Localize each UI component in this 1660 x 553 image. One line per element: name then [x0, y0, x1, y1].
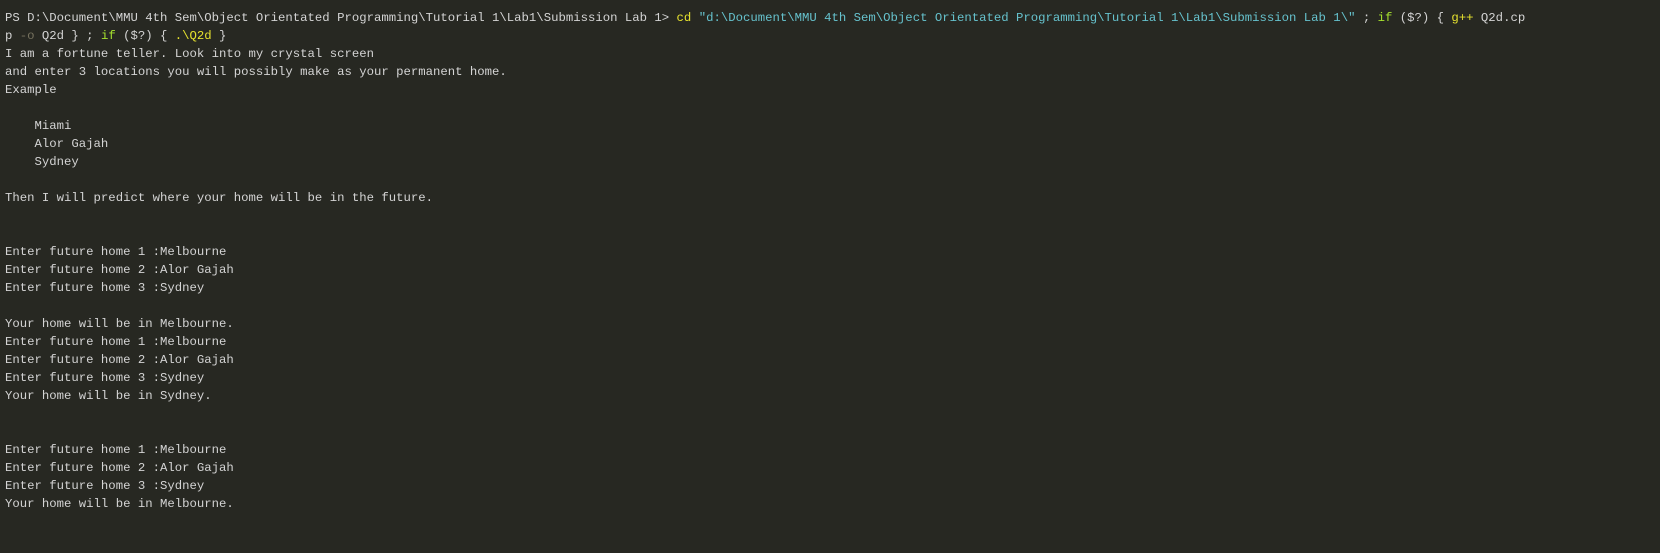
terminal-text-default: ; [1355, 11, 1378, 25]
terminal-text-cmd: .\Q2d [174, 29, 212, 43]
terminal-line: Enter future home 2 :Alor Gajah [5, 459, 1660, 477]
terminal-text-cmd: cd [676, 11, 692, 25]
terminal-text-default: Your home will be in Melbourne. [5, 317, 234, 331]
terminal-text-default: Miami [5, 119, 72, 133]
terminal-text-default: p [5, 29, 20, 43]
terminal-text-string: "d:\Document\MMU 4th Sem\Object Orientat… [698, 11, 1356, 25]
terminal-line: Then I will predict where your home will… [5, 189, 1660, 207]
terminal-line: Enter future home 3 :Sydney [5, 477, 1660, 495]
terminal-text-default: Enter future home 1 :Melbourne [5, 245, 227, 259]
terminal-text-default: Then I will predict where your home will… [5, 191, 434, 205]
terminal-line: p -o Q2d } ; if ($?) { .\Q2d } [5, 27, 1660, 45]
terminal-text-default: PS D:\Document\MMU 4th Sem\Object Orient… [5, 11, 677, 25]
terminal-line: Enter future home 1 :Melbourne [5, 441, 1660, 459]
terminal-line: Enter future home 2 :Alor Gajah [5, 261, 1660, 279]
terminal-line: Enter future home 3 :Sydney [5, 279, 1660, 297]
terminal-line: Sydney [5, 153, 1660, 171]
terminal-text-default: Your home will be in Sydney. [5, 389, 212, 403]
terminal-line: Enter future home 1 :Melbourne [5, 243, 1660, 261]
terminal-text-default: Q2d } ; [34, 29, 101, 43]
terminal-text-param: -o [19, 29, 35, 43]
terminal-text-default: Enter future home 2 :Alor Gajah [5, 461, 234, 475]
terminal-text-default: } [211, 29, 227, 43]
terminal-text-default: Sydney [5, 155, 79, 169]
terminal-text-cmd: g++ [1451, 11, 1474, 25]
terminal-line: Enter future home 3 :Sydney [5, 369, 1660, 387]
terminal-text-keyword: if [100, 29, 116, 43]
terminal-line: Your home will be in Melbourne. [5, 315, 1660, 333]
terminal-text-default: Enter future home 3 :Sydney [5, 281, 205, 295]
terminal-text-default: Alor Gajah [5, 137, 109, 151]
terminal-text-default: Enter future home 1 :Melbourne [5, 335, 227, 349]
terminal-line: Enter future home 1 :Melbourne [5, 333, 1660, 351]
terminal-line: Enter future home 2 :Alor Gajah [5, 351, 1660, 369]
terminal-text-default: and enter 3 locations you will possibly … [5, 65, 507, 79]
terminal-line: and enter 3 locations you will possibly … [5, 63, 1660, 81]
terminal-text-default: Enter future home 3 :Sydney [5, 479, 205, 493]
terminal-text-default: Example [5, 83, 57, 97]
terminal-line: I am a fortune teller. Look into my crys… [5, 45, 1660, 63]
terminal-text-default: Enter future home 3 :Sydney [5, 371, 205, 385]
terminal-text-default: Enter future home 1 :Melbourne [5, 443, 227, 457]
terminal-line: Your home will be in Melbourne. [5, 495, 1660, 513]
terminal-line: Your home will be in Sydney. [5, 387, 1660, 405]
terminal-line: Alor Gajah [5, 135, 1660, 153]
terminal-text-keyword: if [1377, 11, 1393, 25]
terminal-text-default: Enter future home 2 :Alor Gajah [5, 263, 234, 277]
terminal-line: Miami [5, 117, 1660, 135]
terminal-text-default [691, 11, 698, 25]
terminal-line: PS D:\Document\MMU 4th Sem\Object Orient… [5, 9, 1660, 27]
terminal-output[interactable]: PS D:\Document\MMU 4th Sem\Object Orient… [5, 9, 1660, 513]
terminal-text-default: Q2d.cp [1473, 11, 1526, 25]
terminal-text-default: ($?) { [115, 29, 175, 43]
terminal-text-default: I am a fortune teller. Look into my crys… [5, 47, 374, 61]
terminal-text-default: Enter future home 2 :Alor Gajah [5, 353, 234, 367]
terminal-text-default: Your home will be in Melbourne. [5, 497, 234, 511]
terminal-line: Example [5, 81, 1660, 99]
terminal-text-default: ($?) { [1392, 11, 1452, 25]
